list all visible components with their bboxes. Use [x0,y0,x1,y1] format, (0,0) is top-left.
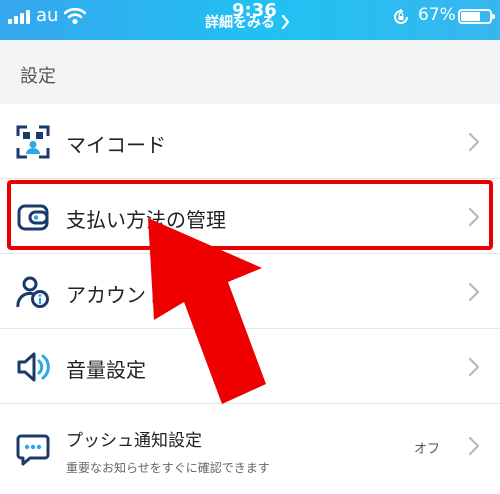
settings-item-volume[interactable]: 音量設定 [0,329,500,404]
section-title: 設定 [20,66,56,87]
signal-strength-icon [8,10,30,24]
status-bar: au 9:36 詳細をみる 67% [0,0,500,40]
chevron-right-icon [468,132,480,152]
settings-item-label: 支払い方法の管理 [66,208,226,232]
settings-item-account[interactable]: アカウント [0,254,500,329]
settings-item-label: プッシュ通知設定 [66,431,202,451]
chevron-right-icon [468,282,480,302]
settings-item-label: アカウント [66,283,166,307]
rotation-lock-icon [394,8,408,24]
push-notification-status: オフ [413,442,440,457]
battery-percentage: 67% [418,5,456,25]
battery-icon [458,9,495,24]
settings-item-payment-methods[interactable]: 支払い方法の管理 [0,179,500,254]
speaker-icon [17,352,50,382]
wifi-icon [64,7,86,25]
chevron-right-icon [468,357,480,377]
settings-item-description: 重要なお知らせをすぐに確認できます [66,461,270,475]
details-banner-link[interactable]: 詳細をみる [205,12,290,32]
chevron-right-icon [468,207,480,227]
account-icon [16,276,49,308]
chevron-right-icon [281,15,290,29]
settings-item-label: 音量設定 [66,358,146,382]
settings-item-my-code[interactable]: マイコード [0,104,500,179]
chat-bubble-icon [16,434,50,466]
carrier-name: au [36,5,59,26]
settings-section-header: 設定 [0,40,500,104]
settings-item-label: マイコード [66,133,166,157]
qr-code-icon [16,125,50,159]
wallet-icon [17,204,49,231]
settings-item-push-notifications[interactable]: プッシュ通知設定 重要なお知らせをすぐに確認できます オフ [0,404,500,494]
chevron-right-icon [468,436,480,456]
details-banner-label: 詳細をみる [205,15,275,31]
